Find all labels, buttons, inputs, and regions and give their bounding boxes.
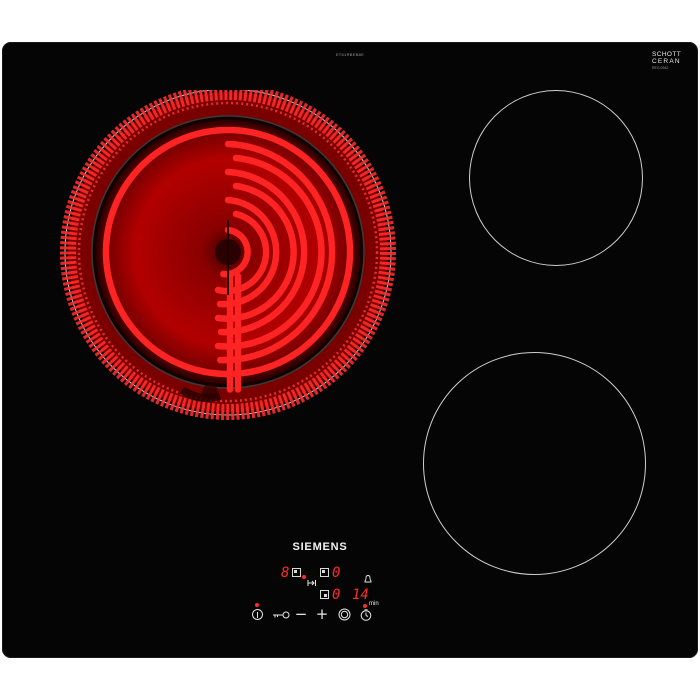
glass-code-text: REG 0942 <box>652 66 669 70</box>
timer-clock-icon[interactable] <box>360 609 372 621</box>
cooking-zone-rear-right[interactable] <box>469 90 643 266</box>
power-icon[interactable] <box>252 609 263 620</box>
cooking-zone-front-right[interactable] <box>423 352 646 575</box>
timer-unit-label: min <box>369 601 379 607</box>
schott-ceran-logo: SCHOTT CERAN REG 0942 <box>652 51 692 71</box>
key-icon[interactable] <box>272 610 290 620</box>
cooking-zone-rear-left[interactable] <box>60 90 396 426</box>
front-right-level-display: 0 <box>332 587 341 603</box>
rear-right-zone-symbol <box>320 568 329 577</box>
front-right-zone-symbol <box>320 590 329 599</box>
brand-logo-text: SIEMENS <box>292 541 348 553</box>
timer-minutes-display: 14 <box>352 587 369 603</box>
zone-select-icon[interactable] <box>338 608 351 621</box>
rear-left-zone-symbol <box>292 568 301 577</box>
bell-icon <box>364 575 372 583</box>
cooktop-product-image: ET61RBEB8E SCHOTT CERAN REG 0942 SIEMENS… <box>0 0 700 700</box>
zone-active-indicator-dot <box>302 575 306 579</box>
zone-power-level-display: 8 <box>281 565 290 581</box>
power-indicator-dot <box>255 603 259 607</box>
model-code-label: ET61RBEB8E <box>335 52 365 57</box>
timer-active-dot <box>363 604 367 608</box>
arrow-to-bar-icon <box>307 580 316 586</box>
plus-button[interactable]: + <box>315 607 329 622</box>
ceran-text: CERAN <box>652 58 681 65</box>
minus-button[interactable]: − <box>294 607 308 622</box>
schott-text: SCHOTT <box>652 51 682 58</box>
rear-right-level-display: 0 <box>332 565 341 581</box>
